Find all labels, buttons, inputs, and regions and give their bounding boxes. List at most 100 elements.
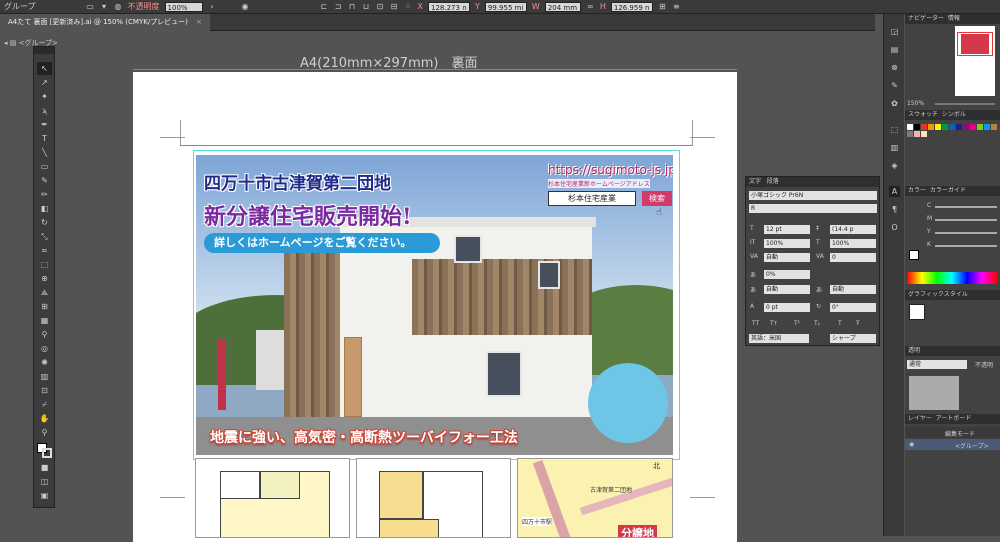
color-spectrum[interactable] xyxy=(907,272,997,284)
w-input[interactable]: 204 mm xyxy=(544,1,581,12)
swatch[interactable] xyxy=(984,124,990,130)
aki-left-input[interactable]: 自動 xyxy=(764,285,810,294)
tab-transparency[interactable]: 透明 xyxy=(908,347,920,354)
direct-selection-tool-icon[interactable]: ↗ xyxy=(37,76,52,89)
swatch[interactable] xyxy=(991,124,997,130)
tab-character[interactable]: 文字 xyxy=(749,178,761,185)
baseline-input[interactable]: 0 pt xyxy=(764,303,810,312)
align-bottom-icon[interactable]: ⊟ xyxy=(390,2,399,11)
tsume-input[interactable]: 0% xyxy=(764,270,810,279)
eyedropper-tool-icon[interactable]: ⚲ xyxy=(37,328,52,341)
swatch[interactable] xyxy=(935,124,941,130)
symbol-sprayer-tool-icon[interactable]: ✺ xyxy=(37,356,52,369)
slice-tool-icon[interactable]: ⌿ xyxy=(37,398,52,411)
blend-mode-select[interactable]: 通常 xyxy=(907,360,967,369)
blend-tool-icon[interactable]: ◎ xyxy=(37,342,52,355)
tab-graphic-style[interactable]: グラフィックスタイル xyxy=(908,291,968,298)
subscript-button[interactable]: T₁ xyxy=(814,320,820,327)
character-panel-icon[interactable]: A xyxy=(889,186,900,197)
shape-builder-tool-icon[interactable]: ⊕ xyxy=(37,272,52,285)
rectangle-tool-icon[interactable]: ▭ xyxy=(37,160,52,173)
artboard-tool-icon[interactable]: ⊡ xyxy=(37,384,52,397)
swatch-grid[interactable] xyxy=(907,124,997,137)
swatch[interactable] xyxy=(977,124,983,130)
color-mode-icon[interactable]: ■ xyxy=(37,461,52,474)
menu-icon[interactable]: ≡ xyxy=(672,2,681,11)
tools-panel-header[interactable] xyxy=(34,47,54,54)
reference-point-icon[interactable]: ⁘ xyxy=(404,2,413,11)
chevron-down-icon[interactable]: ▾ xyxy=(100,2,109,11)
flyer-title-line2[interactable]: 新分譲住宅販売開始! xyxy=(204,199,412,231)
h-input[interactable]: 126.959 n xyxy=(610,1,653,12)
black-slider[interactable] xyxy=(935,245,997,247)
align-left-icon[interactable]: ⊏ xyxy=(320,2,329,11)
transform-icon[interactable]: ⊞ xyxy=(658,2,667,11)
magic-wand-tool-icon[interactable]: ✦ xyxy=(37,90,52,103)
draw-mode-icon[interactable]: ◫ xyxy=(37,475,52,488)
tab-color-guide[interactable]: カラーガイド xyxy=(930,187,966,194)
color-fill-swatch[interactable] xyxy=(909,250,919,260)
swatch[interactable] xyxy=(942,124,948,130)
pathfinder-icon[interactable]: ◈ xyxy=(889,160,900,171)
flyer-url[interactable]: https://sugimoto-js.jp xyxy=(548,163,673,177)
warp-tool-icon[interactable]: ≈ xyxy=(37,244,52,257)
horizontal-scale-input[interactable]: 100% xyxy=(830,239,876,248)
opacity-input[interactable]: 100% xyxy=(164,1,203,12)
screen-mode-icon[interactable]: ▣ xyxy=(37,489,52,502)
paintbrush-tool-icon[interactable]: ✎ xyxy=(37,174,52,187)
chevron-right-icon[interactable]: › xyxy=(208,2,217,11)
navigator-thumbnail[interactable] xyxy=(955,26,995,96)
yellow-slider[interactable] xyxy=(935,232,997,234)
navigator-icon[interactable]: ◲ xyxy=(889,26,900,37)
recolor-icon[interactable]: ◉ xyxy=(241,2,250,11)
graphic-style-default[interactable] xyxy=(909,304,925,320)
align-top-icon[interactable]: ⊔ xyxy=(362,2,371,11)
lasso-tool-icon[interactable]: ϡ xyxy=(37,104,52,117)
allcaps-button[interactable]: TT xyxy=(752,320,759,327)
graph-tool-icon[interactable]: ▥ xyxy=(37,370,52,383)
flyer-banner[interactable]: 地震に強い、高気密・高断熱ツーバイフォー工法 xyxy=(210,427,518,447)
font-family-select[interactable]: 小塚ゴシック Pr6N xyxy=(749,191,877,200)
isolation-breadcrumb[interactable]: ◂ ▤ <グループ> xyxy=(0,38,120,48)
blue-circle[interactable] xyxy=(588,363,668,443)
navigator-view-box[interactable] xyxy=(957,32,993,56)
layer-row[interactable]: 編集モード xyxy=(905,427,1000,438)
flyer-pill[interactable]: 詳しくはホームページをご覧ください。 xyxy=(204,233,440,253)
mesh-tool-icon[interactable]: ⊞ xyxy=(37,300,52,313)
stroke-swatch[interactable] xyxy=(42,448,52,458)
swatch[interactable] xyxy=(963,124,969,130)
swatch[interactable] xyxy=(921,124,927,130)
paragraph-panel-icon[interactable]: ¶ xyxy=(889,204,900,215)
tab-artboards[interactable]: アートボード xyxy=(936,415,972,422)
tab-navigator[interactable]: ナビゲーター xyxy=(908,15,944,22)
leading-input[interactable]: (14.4 p xyxy=(830,225,876,234)
layers-small-icon[interactable]: ▤ xyxy=(889,44,900,55)
eye-icon[interactable]: ◉ xyxy=(909,441,914,448)
back-arrow-icon[interactable]: ◂ xyxy=(4,39,8,47)
area-map[interactable]: 北 古津賀第二団地 四万十市駅 分譲地 xyxy=(517,458,673,538)
underline-button[interactable]: T xyxy=(838,320,842,327)
stroke-icon[interactable]: ▭ xyxy=(86,2,95,11)
tab-paragraph[interactable]: 段落 xyxy=(767,178,779,185)
free-transform-tool-icon[interactable]: ⬚ xyxy=(37,258,52,271)
swatch[interactable] xyxy=(970,124,976,130)
align-panel-icon[interactable]: ▥ xyxy=(889,142,900,153)
pen-tool-icon[interactable]: ✒ xyxy=(37,118,52,131)
opacity-label[interactable]: 不透明度 xyxy=(128,1,160,12)
swatch[interactable] xyxy=(907,131,913,137)
swatch[interactable] xyxy=(956,124,962,130)
flyer-url-sub[interactable]: 杉本住宅産業新ホームページアドレス xyxy=(548,179,650,188)
flyer-search-box[interactable]: 杉本住宅産業 xyxy=(548,191,636,206)
swatch[interactable] xyxy=(907,124,913,130)
align-center-icon[interactable]: ⊐ xyxy=(334,2,343,11)
document-tab[interactable]: A4たて 裏面 [更新済み].ai @ 150% (CMYK/プレビュー) × xyxy=(0,14,211,31)
link-icon[interactable]: ∞ xyxy=(586,2,595,11)
superscript-button[interactable]: T¹ xyxy=(794,320,800,327)
vertical-scale-input[interactable]: 100% xyxy=(764,239,810,248)
rotate-tool-icon[interactable]: ↻ xyxy=(37,216,52,229)
scale-tool-icon[interactable]: ⤡ xyxy=(37,230,52,243)
eraser-tool-icon[interactable]: ◧ xyxy=(37,202,52,215)
swatch[interactable] xyxy=(921,131,927,137)
swatch[interactable] xyxy=(914,131,920,137)
floor-plan-2[interactable] xyxy=(356,458,511,538)
